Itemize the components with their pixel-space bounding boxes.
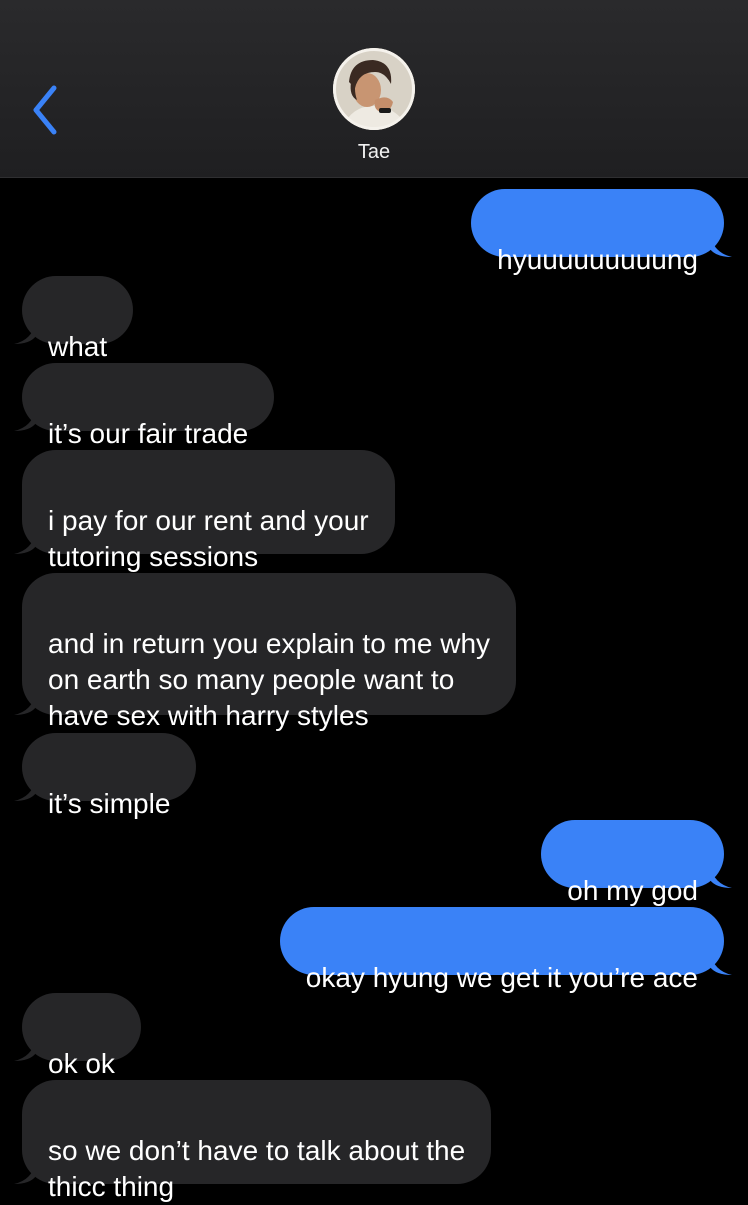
message-text: it’s simple (48, 788, 171, 819)
message-text: i pay for our rent and your tutoring ses… (48, 505, 369, 572)
message-bubble-outgoing[interactable]: hyuuuuuuuuung (471, 189, 732, 275)
message-text: so we don’t have to talk about the thicc… (48, 1135, 466, 1202)
message-bubble-incoming[interactable]: it’s our fair trade (14, 363, 275, 449)
bubble-tail (710, 235, 732, 257)
message-thread: hyuuuuuuuuung what it’s our fair trade i… (0, 178, 748, 1202)
message-bubble-incoming[interactable]: what (14, 276, 134, 362)
message-bubble-outgoing[interactable]: oh my god (541, 820, 732, 906)
bubble-tail (710, 953, 732, 975)
message-text: okay hyung we get it you’re ace (305, 962, 698, 993)
message-text: oh my god (567, 875, 698, 906)
contact-name[interactable]: Tae (0, 141, 748, 164)
avatar-photo (333, 48, 415, 130)
bubble-tail (710, 866, 732, 888)
bubble-tail (14, 779, 36, 801)
back-button[interactable] (26, 82, 66, 138)
message-bubble-incoming[interactable]: and in return you explain to me why on e… (14, 573, 517, 731)
message-text: hyuuuuuuuuung (497, 244, 698, 275)
message-bubble-outgoing[interactable]: okay hyung we get it you’re ace (279, 907, 732, 993)
message-bubble-incoming[interactable]: ok ok (14, 993, 141, 1079)
contact-avatar[interactable] (333, 48, 415, 130)
bubble-tail (14, 693, 36, 715)
message-bubble-incoming[interactable]: i pay for our rent and your tutoring ses… (14, 450, 395, 572)
message-text: ok ok (48, 1048, 115, 1079)
bubble-tail (14, 1039, 36, 1061)
chevron-left-icon (33, 85, 57, 135)
bubble-tail (14, 409, 36, 431)
bubble-tail (14, 322, 36, 344)
bubble-tail (14, 1162, 36, 1184)
message-text: and in return you explain to me why on e… (48, 628, 491, 731)
message-text: it’s our fair trade (48, 418, 249, 449)
message-text: what (48, 331, 108, 362)
message-bubble-incoming[interactable]: it’s simple (14, 733, 197, 819)
bubble-tail (14, 532, 36, 554)
message-bubble-incoming[interactable]: so we don’t have to talk about the thicc… (14, 1080, 492, 1202)
conversation-header: Tae (0, 0, 748, 178)
